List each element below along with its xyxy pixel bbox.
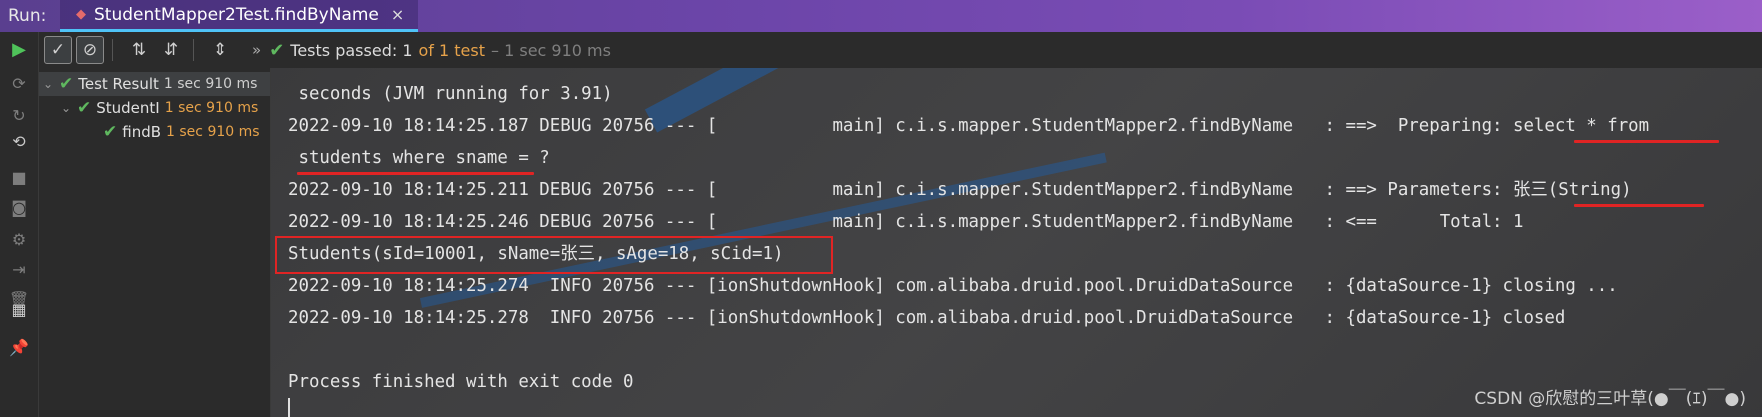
test-runner-toolbar: ✓ ⊘ ⇅ ⇵ ⇕ » ✔ Tests passed: 1 of 1 test … xyxy=(40,32,1762,68)
console-line-exit: Process finished with exit code 0 xyxy=(288,372,634,392)
chevron-down-icon[interactable]: ⌄ xyxy=(43,77,59,91)
pin-icon[interactable]: 📌 xyxy=(8,336,30,358)
check-icon[interactable]: ✓ xyxy=(44,36,72,64)
more-actions-icon[interactable]: » xyxy=(252,41,261,59)
expand-icon[interactable]: ⇕ xyxy=(206,36,234,64)
parameter-underline xyxy=(1574,204,1704,207)
console-line: 2022-09-10 18:14:25.187 DEBUG 20756 --- … xyxy=(288,116,1650,136)
console-output[interactable]: seconds (JVM running for 3.91) 2022-09-1… xyxy=(271,68,1762,417)
cancel-icon[interactable]: ⊘ xyxy=(76,36,104,64)
sql-underline xyxy=(1574,140,1719,143)
toggle-auto-test-icon[interactable]: ↻ xyxy=(8,104,30,126)
toolbar-separator xyxy=(112,39,113,61)
console-line: 2022-09-10 18:14:25.246 DEBUG 20756 --- … xyxy=(288,212,1524,232)
result-highlight-box xyxy=(275,236,833,274)
close-tab-icon[interactable]: × xyxy=(391,5,404,24)
test-tree: ⌄ ✔ Test Result 1 sec 910 ms ⌄ ✔ Student… xyxy=(39,68,271,417)
login-icon[interactable]: ⇥ xyxy=(8,258,30,280)
play-icon[interactable]: ▶ xyxy=(8,38,30,60)
run-left-toolbar: ▶ ⟳ ↻ ⟲ ■ ◙ ⚙ ⇥ 🗑 ▦ 📌 xyxy=(0,32,39,417)
status-duration: – 1 sec 910 ms xyxy=(491,40,611,60)
check-icon: ✔ xyxy=(103,122,118,142)
console-line: seconds (JVM running for 3.91) xyxy=(288,84,613,104)
sort-alpha-icon[interactable]: ⇅ xyxy=(125,36,153,64)
run-tab-title: StudentMapper2Test.findByName xyxy=(94,4,379,25)
tree-item-test-result[interactable]: ⌄ ✔ Test Result 1 sec 910 ms xyxy=(39,72,270,96)
console-line: 2022-09-10 18:14:25.211 DEBUG 20756 --- … xyxy=(288,180,1632,200)
toolbar-separator xyxy=(193,39,194,61)
status-passed: Tests passed: 1 xyxy=(290,40,413,60)
rerun-failed-icon[interactable]: ⟳ xyxy=(8,72,30,94)
settings-gear-icon[interactable]: ⚙ xyxy=(8,228,30,250)
run-tab-findbyname[interactable]: ◆ StudentMapper2Test.findByName × xyxy=(60,0,419,32)
test-run-icon: ◆ xyxy=(76,7,86,22)
tree-item-test-method[interactable]: ✔ findB 1 sec 910 ms xyxy=(103,120,260,144)
stop-icon[interactable]: ■ xyxy=(8,166,30,188)
run-tool-window-header: Run: ◆ StudentMapper2Test.findByName × xyxy=(0,0,1762,32)
status-of-total: of 1 test xyxy=(418,40,486,60)
test-status: ✔ Tests passed: 1 of 1 test – 1 sec 910 … xyxy=(269,40,611,61)
run-label: Run: xyxy=(8,6,47,26)
chevron-down-icon[interactable]: ⌄ xyxy=(61,101,77,115)
watermark: CSDN @欣慰的三叶草(●￣(ｴ)￣●) xyxy=(1474,389,1746,409)
console-line: 2022-09-10 18:14:25.274 INFO 20756 --- [… xyxy=(288,276,1618,296)
check-icon: ✔ xyxy=(269,39,285,61)
sql-underline xyxy=(297,172,534,175)
camera-icon[interactable]: ◙ xyxy=(8,196,30,218)
text-cursor xyxy=(288,398,290,417)
console-line: students where sname = ? xyxy=(288,148,550,168)
sort-duration-icon[interactable]: ⇵ xyxy=(157,36,185,64)
check-icon: ✔ xyxy=(77,98,92,118)
console-line: 2022-09-10 18:14:25.278 INFO 20756 --- [… xyxy=(288,308,1566,328)
check-icon: ✔ xyxy=(59,74,74,94)
rerun-icon[interactable]: ⟲ xyxy=(8,130,30,152)
layout-icon[interactable]: ▦ xyxy=(8,298,30,320)
tree-item-test-class[interactable]: ⌄ ✔ StudentI 1 sec 910 ms xyxy=(61,96,258,120)
